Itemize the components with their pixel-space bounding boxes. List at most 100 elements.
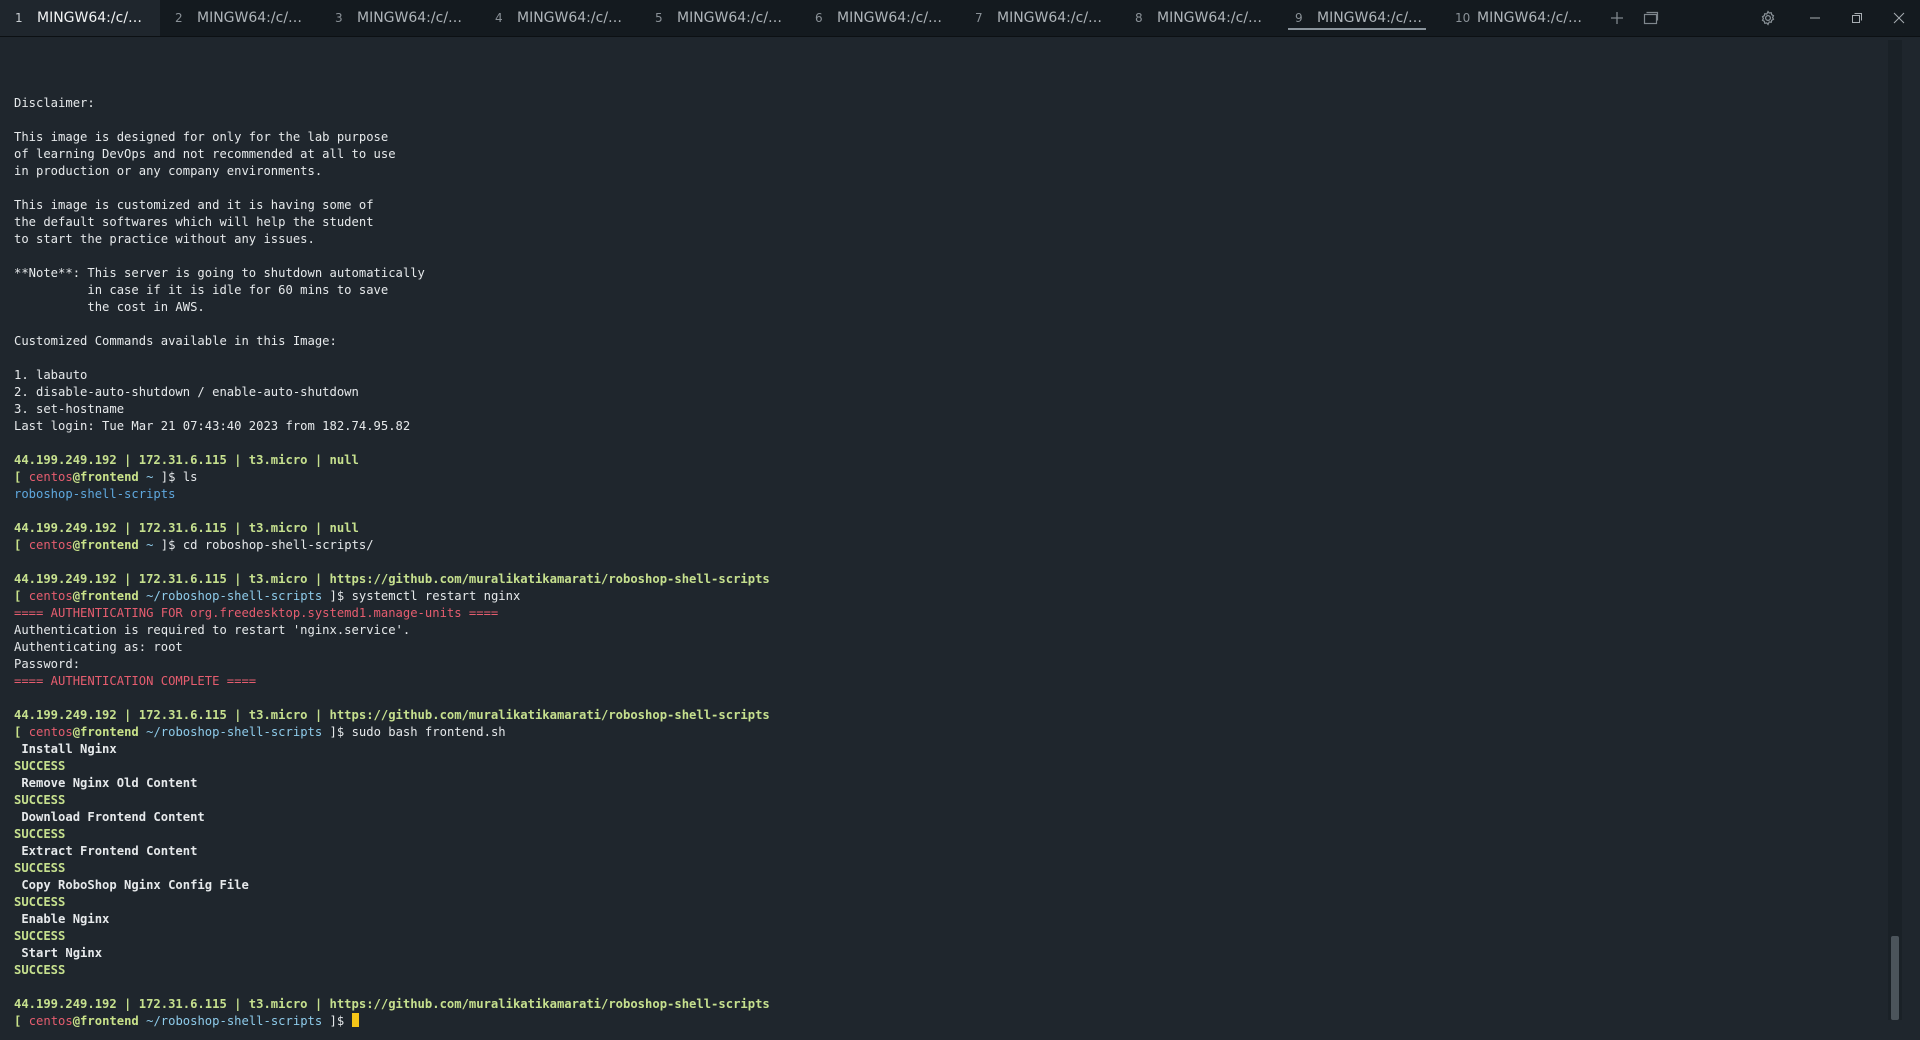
tab-1[interactable]: 1 MINGW64:/c/Us... xyxy=(0,0,160,36)
prompt-line: [ centos@frontend ~ ]$ ls xyxy=(14,469,1880,486)
prompt-host: @frontend xyxy=(72,538,139,552)
success-line: SUCCESS xyxy=(14,895,66,909)
tab-number: 3 xyxy=(335,11,343,25)
tab-5[interactable]: 5 MINGW64:/c/Us... xyxy=(640,0,800,36)
prompt-end: ]$ xyxy=(322,589,352,603)
prompt-host: @frontend xyxy=(72,1014,139,1028)
banner-line: This image is designed for only for the … xyxy=(14,130,389,144)
banner-line: of learning DevOps and not recommended a… xyxy=(14,147,396,161)
auth-as-line: Authenticating as: root xyxy=(14,640,183,654)
host-info-line: 44.199.249.192 | 172.31.6.115 | t3.micro… xyxy=(14,997,770,1011)
banner-line: Customized Commands available in this Im… xyxy=(14,334,337,348)
prompt-end: ]$ xyxy=(322,1014,352,1028)
tab-number: 8 xyxy=(1135,11,1143,25)
tab-label: MINGW64:/c/Us... xyxy=(997,10,1110,26)
command-text: ls xyxy=(182,470,198,484)
tab-label: MINGW64:/c/Us... xyxy=(517,10,630,26)
tab-label: MINGW64:/c/Us... xyxy=(197,10,310,26)
tab-6[interactable]: 6 MINGW64:/c/Us... xyxy=(800,0,960,36)
step-line: Remove Nginx Old Content xyxy=(14,776,198,790)
command-text: systemctl restart nginx xyxy=(351,589,521,603)
minimize-icon[interactable] xyxy=(1794,0,1836,36)
success-line: SUCCESS xyxy=(14,963,66,977)
banner-line: This image is customized and it is havin… xyxy=(14,198,374,212)
tab-number: 10 xyxy=(1455,11,1471,25)
plus-icon[interactable] xyxy=(1600,0,1634,36)
banner-line: in production or any company environment… xyxy=(14,164,323,178)
tab-label: MINGW64:/c/Us... xyxy=(357,10,470,26)
tab-list: 1 MINGW64:/c/Us... 2 MINGW64:/c/Us... 3 … xyxy=(0,0,1600,36)
prompt-line: [ centos@frontend ~ ]$ cd roboshop-shell… xyxy=(14,537,1880,554)
host-info-line: 44.199.249.192 | 172.31.6.115 | t3.micro… xyxy=(14,521,359,535)
scrollbar-thumb[interactable] xyxy=(1891,936,1899,1020)
prompt-line: [ centos@frontend ~/roboshop-shell-scrip… xyxy=(14,724,1880,741)
tab-7[interactable]: 7 MINGW64:/c/Us... xyxy=(960,0,1120,36)
prompt-end: ]$ xyxy=(153,538,183,552)
banner-line: 3. set-hostname xyxy=(14,402,125,416)
banner-line: in case if it is idle for 60 mins to sav… xyxy=(14,283,389,297)
tab-number: 4 xyxy=(495,11,503,25)
success-line: SUCCESS xyxy=(14,759,66,773)
banner-line xyxy=(14,248,1880,265)
success-line: SUCCESS xyxy=(14,861,66,875)
prompt-host: @frontend xyxy=(72,470,139,484)
banner-line: to start the practice without any issues… xyxy=(14,232,315,246)
tab-10[interactable]: 10 MINGW64:/c/Us... xyxy=(1440,0,1600,36)
restore-icon[interactable] xyxy=(1836,0,1878,36)
terminal-window: 1 MINGW64:/c/Us... 2 MINGW64:/c/Us... 3 … xyxy=(0,0,1920,1040)
prompt-dir: ~/roboshop-shell-scripts xyxy=(138,725,323,739)
tab-label: MINGW64:/c/Us... xyxy=(1477,10,1590,26)
tab-number: 2 xyxy=(175,11,183,25)
tab-label: MINGW64:/c/Us... xyxy=(677,10,790,26)
terminal-output[interactable]: Disclaimer: This image is designed for o… xyxy=(0,36,1880,1040)
tab-number: 6 xyxy=(815,11,823,25)
step-line: Install Nginx xyxy=(14,742,117,756)
banner-line: 2. disable-auto-shutdown / enable-auto-s… xyxy=(14,385,359,399)
vertical-scrollbar[interactable] xyxy=(1888,40,1902,1020)
prompt-end: ]$ xyxy=(153,470,183,484)
new-window-icon[interactable] xyxy=(1634,0,1668,36)
command-text: cd roboshop-shell-scripts/ xyxy=(182,538,374,552)
success-line: SUCCESS xyxy=(14,929,66,943)
step-line: Copy RoboShop Nginx Config File xyxy=(14,878,249,892)
tab-8[interactable]: 8 MINGW64:/c/Us... xyxy=(1120,0,1280,36)
host-info-line: 44.199.249.192 | 172.31.6.115 | t3.micro… xyxy=(14,453,359,467)
step-line: Extract Frontend Content xyxy=(14,844,198,858)
text-cursor xyxy=(351,1013,359,1027)
prompt-dir: ~/roboshop-shell-scripts xyxy=(138,589,323,603)
auth-complete-line: ==== AUTHENTICATION COMPLETE ==== xyxy=(14,674,257,688)
prompt-bracket: [ xyxy=(14,470,29,484)
banner-line: Disclaimer: xyxy=(14,96,95,110)
close-icon[interactable] xyxy=(1878,0,1920,36)
password-line: Password: xyxy=(14,657,81,671)
step-line: Start Nginx xyxy=(14,946,103,960)
window-controls xyxy=(1794,0,1920,36)
success-line: SUCCESS xyxy=(14,793,66,807)
prompt-bracket: [ xyxy=(14,589,29,603)
gear-icon[interactable] xyxy=(1750,0,1786,36)
ls-output-line: roboshop-shell-scripts xyxy=(14,487,176,501)
banner-line: **Note**: This server is going to shutdo… xyxy=(14,266,425,280)
tab-2[interactable]: 2 MINGW64:/c/Us... xyxy=(160,0,320,36)
host-info-line: 44.199.249.192 | 172.31.6.115 | t3.micro… xyxy=(14,572,770,586)
tab-number: 9 xyxy=(1295,11,1303,25)
command-text: sudo bash frontend.sh xyxy=(351,725,506,739)
tab-label: MINGW64:/c/Us... xyxy=(837,10,950,26)
prompt-user: centos xyxy=(28,589,73,603)
tab-4[interactable]: 4 MINGW64:/c/Us... xyxy=(480,0,640,36)
prompt-dir: ~ xyxy=(138,538,154,552)
prompt-bracket: [ xyxy=(14,538,29,552)
step-line: Enable Nginx xyxy=(14,912,110,926)
tab-3[interactable]: 3 MINGW64:/c/Us... xyxy=(320,0,480,36)
prompt-host: @frontend xyxy=(72,725,139,739)
banner-line: the default softwares which will help th… xyxy=(14,215,374,229)
current-prompt-line[interactable]: [ centos@frontend ~/roboshop-shell-scrip… xyxy=(14,1013,1880,1030)
tab-9[interactable]: 9 MINGW64:/c/Us... xyxy=(1280,0,1440,36)
banner-line: the cost in AWS. xyxy=(14,300,205,314)
banner-line xyxy=(14,78,1880,95)
